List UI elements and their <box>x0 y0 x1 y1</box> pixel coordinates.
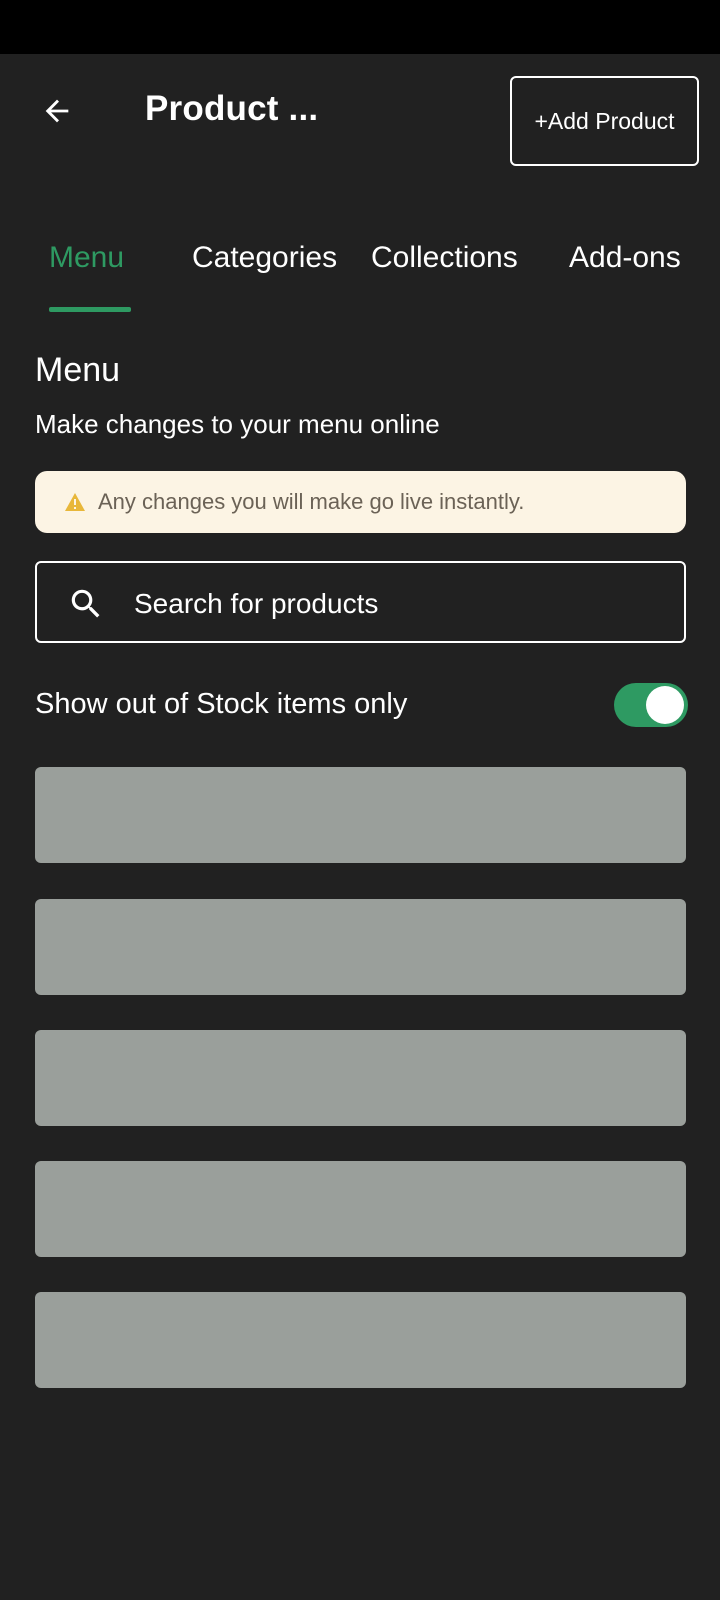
tab-menu[interactable]: Menu <box>49 241 124 275</box>
out-of-stock-toggle[interactable] <box>614 683 688 727</box>
toggle-knob <box>646 686 684 724</box>
product-skeleton-row <box>35 899 686 995</box>
live-changes-notice: Any changes you will make go live instan… <box>35 471 686 533</box>
product-skeleton-row <box>35 767 686 863</box>
notice-text: Any changes you will make go live instan… <box>98 489 525 514</box>
product-skeleton-row <box>35 1030 686 1126</box>
status-bar <box>0 0 720 54</box>
back-button[interactable] <box>34 88 80 134</box>
back-arrow-icon <box>45 99 69 123</box>
search-placeholder: Search for products <box>134 588 379 619</box>
section-title: Menu <box>35 351 121 389</box>
product-skeleton-row <box>35 1292 686 1388</box>
out-of-stock-filter-label: Show out of Stock items only <box>35 688 408 720</box>
search-input[interactable]: Search for products <box>35 561 686 643</box>
product-skeleton-row <box>35 1161 686 1257</box>
page-title: Product ... <box>145 89 319 128</box>
search-icon <box>71 589 100 618</box>
section-subtitle: Make changes to your menu online <box>35 409 440 439</box>
tab-collections[interactable]: Collections <box>371 241 518 275</box>
warning-icon <box>64 492 86 512</box>
active-tab-indicator <box>49 307 131 312</box>
add-product-button[interactable]: +Add Product <box>510 76 699 166</box>
tab-add-ons[interactable]: Add-ons <box>569 241 681 275</box>
tab-categories[interactable]: Categories <box>192 241 337 275</box>
